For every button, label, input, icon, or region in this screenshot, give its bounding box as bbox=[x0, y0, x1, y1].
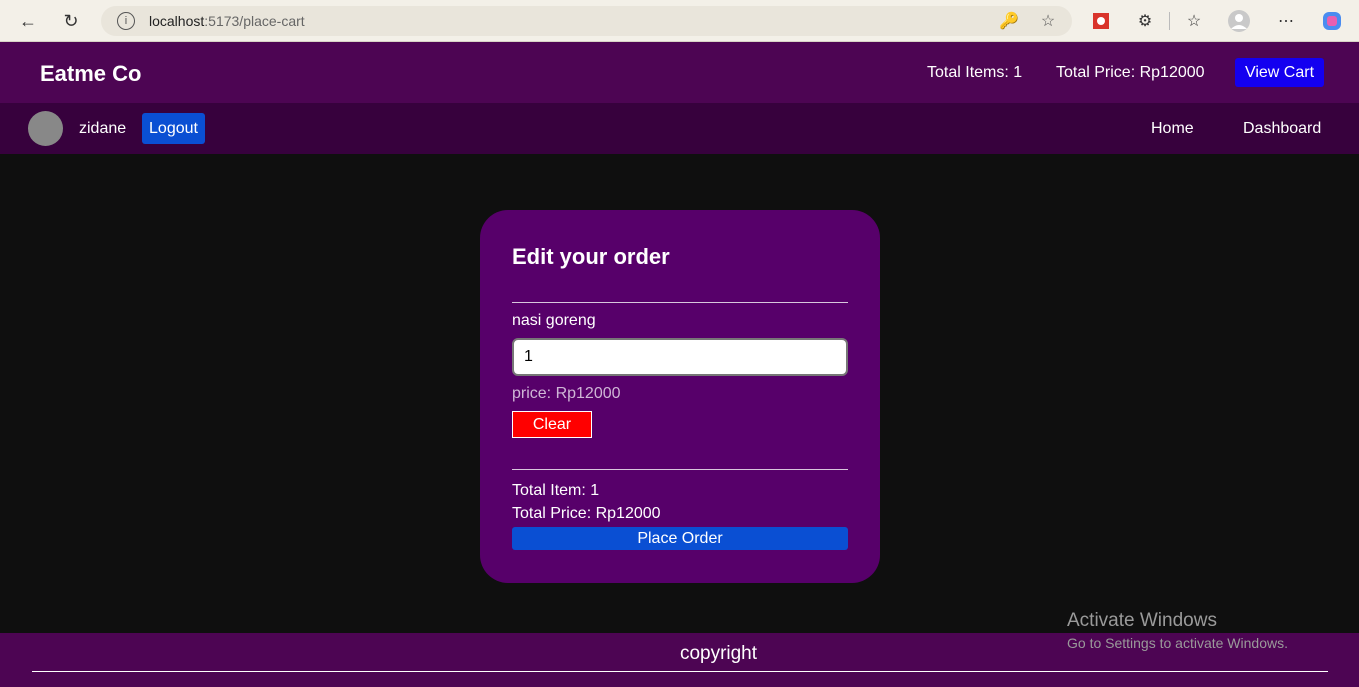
activate-windows-title: Activate Windows bbox=[1067, 610, 1217, 631]
divider bbox=[512, 302, 848, 303]
summary-total-item: Total Item: 1 bbox=[512, 482, 600, 499]
brand-logo[interactable]: Eatme Co bbox=[40, 61, 141, 87]
header-total-items: Total Items: 1 bbox=[927, 64, 1023, 81]
copilot-icon[interactable] bbox=[1321, 10, 1343, 32]
clear-button[interactable]: Clear bbox=[512, 411, 592, 438]
card-title: Edit your order bbox=[512, 244, 670, 269]
quantity-input[interactable] bbox=[512, 338, 848, 376]
avatar bbox=[28, 111, 63, 146]
user-bar: zidane Logout Home Dashboard bbox=[0, 103, 1359, 154]
item-price: price: Rp12000 bbox=[512, 385, 621, 402]
item-name: nasi goreng bbox=[512, 312, 596, 329]
header-total-price: Total Price: Rp12000 bbox=[1056, 64, 1205, 81]
reload-icon[interactable]: ↻ bbox=[57, 7, 85, 35]
top-header: Eatme Co Total Items: 1 Total Price: Rp1… bbox=[0, 42, 1359, 103]
username: zidane bbox=[79, 120, 127, 137]
address-bar[interactable]: i localhost:5173/place-cart 🔑 ☆ bbox=[101, 6, 1072, 36]
nav-link-home[interactable]: Home bbox=[1151, 120, 1194, 138]
site-info-icon[interactable]: i bbox=[117, 12, 135, 30]
favorite-star-icon[interactable]: ☆ bbox=[1038, 11, 1058, 31]
more-options-icon[interactable]: ⋯ bbox=[1275, 10, 1297, 32]
place-order-button[interactable]: Place Order bbox=[512, 527, 848, 550]
toolbar-separator bbox=[1169, 12, 1170, 30]
view-cart-button[interactable]: View Cart bbox=[1235, 58, 1324, 87]
favorites-icon[interactable]: ☆ bbox=[1183, 10, 1205, 32]
back-arrow-icon[interactable]: ← bbox=[14, 7, 42, 35]
edit-order-card: Edit your order nasi goreng price: Rp120… bbox=[480, 210, 880, 583]
nav-link-dashboard[interactable]: Dashboard bbox=[1243, 120, 1321, 138]
footer-divider bbox=[32, 671, 1328, 672]
extensions-puzzle-icon[interactable]: ⚙ bbox=[1134, 10, 1156, 32]
activate-windows-subtitle: Go to Settings to activate Windows. bbox=[1067, 635, 1288, 651]
summary-total-price: Total Price: Rp12000 bbox=[512, 505, 661, 522]
key-icon[interactable]: 🔑 bbox=[999, 11, 1019, 31]
profile-icon[interactable] bbox=[1228, 10, 1250, 32]
browser-chrome: ← ↻ i localhost:5173/place-cart 🔑 ☆ ⚙ ☆ … bbox=[0, 0, 1359, 42]
logout-button[interactable]: Logout bbox=[142, 113, 205, 144]
divider bbox=[512, 469, 848, 470]
extension-icon[interactable] bbox=[1090, 10, 1112, 32]
url-text: localhost:5173/place-cart bbox=[149, 13, 305, 29]
